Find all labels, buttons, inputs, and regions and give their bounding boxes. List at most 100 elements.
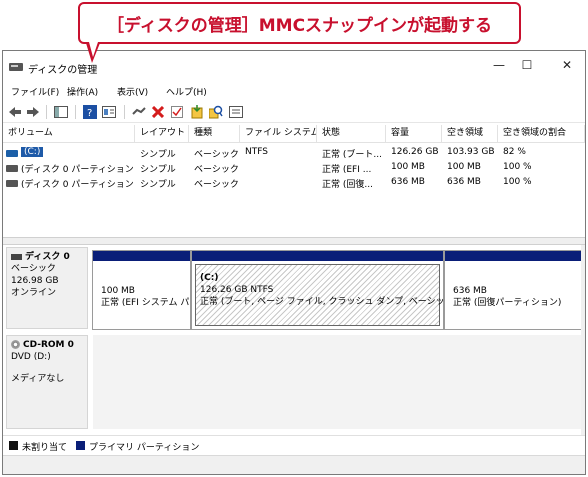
volume-capacity: 126.26 GB: [391, 147, 439, 157]
disk0-type: ベーシック: [11, 264, 56, 274]
table-row[interactable]: (ディスク 0 パーティション 1) シンプル ベーシック 正常 (EFI ..…: [3, 161, 585, 176]
volume-free-percent: 100 %: [503, 177, 532, 187]
volume-status: 正常 (ブート...: [322, 150, 382, 160]
partition-recovery[interactable]: 636 MB 正常 (回復パーティション): [444, 250, 583, 330]
col-header-capacity[interactable]: 容量: [386, 125, 442, 143]
connect-icon[interactable]: [131, 104, 147, 120]
legend-label-primary: プライマリ パーティション: [89, 443, 200, 453]
check-icon[interactable]: [169, 104, 185, 120]
col-header-volume[interactable]: ボリューム: [3, 125, 135, 143]
window-title: ディスクの管理: [28, 65, 98, 76]
volume-type: ベーシック: [194, 165, 239, 175]
partition-status: 正常 (回復パーティション): [453, 298, 562, 308]
menu-file[interactable]: ファイル(F): [11, 85, 59, 98]
volume-name: (ディスク 0 パーティション 4): [21, 180, 135, 190]
callout-pointer-inner: [89, 42, 98, 57]
volume-layout: シンプル: [140, 150, 176, 160]
partition-bar: [93, 251, 190, 261]
volume-type: ベーシック: [194, 150, 239, 160]
help-icon[interactable]: ?: [82, 104, 98, 120]
cdrom0-name: CD-ROM 0: [23, 340, 74, 350]
volume-list-header: ボリューム レイアウト 種類 ファイル システム 状態 容量 空き領域 空き領域…: [3, 125, 585, 143]
toolbar-separator: [46, 105, 47, 119]
col-header-layout[interactable]: レイアウト: [135, 125, 189, 143]
partition-size: 636 MB: [453, 286, 487, 296]
cdrom0-label[interactable]: CD-ROM 0 DVD (D:) メディアなし: [6, 335, 88, 429]
svg-text:?: ?: [87, 108, 92, 119]
menu-action[interactable]: 操作(A): [67, 85, 98, 98]
volume-free-space: 100 MB: [447, 162, 481, 172]
col-header-type[interactable]: 種類: [189, 125, 240, 143]
menu-bar: ファイル(F) 操作(A) 表示(V) ヘルプ(H): [3, 81, 585, 101]
cd-rom-icon: [11, 340, 20, 349]
table-row[interactable]: (ディスク 0 パーティション 4) シンプル ベーシック 正常 (回復... …: [3, 176, 585, 191]
col-header-status[interactable]: 状態: [317, 125, 386, 143]
menu-help[interactable]: ヘルプ(H): [166, 85, 207, 98]
volume-capacity: 636 MB: [391, 177, 425, 187]
legend-swatch-primary: [76, 441, 85, 450]
disk-icon: [11, 253, 22, 260]
properties-icon[interactable]: [101, 104, 117, 120]
toolbar: ?: [3, 101, 585, 123]
legend-swatch-unallocated: [9, 441, 18, 450]
volume-status: 正常 (EFI ...: [322, 165, 372, 175]
disk-management-window: ディスクの管理 — ☐ ✕ ファイル(F) 操作(A) 表示(V) ヘルプ(H)…: [2, 50, 586, 475]
volume-status: 正常 (回復...: [322, 180, 373, 190]
graph-scrollbar[interactable]: [581, 245, 585, 435]
disk0-size: 126.98 GB: [11, 276, 59, 286]
minimize-button[interactable]: —: [489, 57, 509, 73]
forward-arrow-icon[interactable]: [25, 104, 41, 120]
search-disk-icon[interactable]: [208, 104, 224, 120]
partition-selected-hatch: (C:) 126.26 GB NTFS 正常 (ブート, ページ ファイル, ク…: [195, 264, 443, 326]
table-row[interactable]: (C:) シンプル ベーシック NTFS 正常 (ブート... 126.26 G…: [3, 146, 585, 161]
disk0-label[interactable]: ディスク 0 ベーシック 126.98 GB オンライン: [6, 247, 88, 329]
volume-type: ベーシック: [194, 180, 239, 190]
partition-size: 126.26 GB NTFS: [200, 285, 274, 295]
volume-drive-icon: [6, 165, 18, 172]
partition-drive-letter: (C:): [200, 273, 219, 283]
close-button[interactable]: ✕: [557, 57, 577, 73]
partition-bar: [445, 251, 582, 261]
callout-banner: ［ディスクの管理］MMCスナップインが起動する: [78, 2, 521, 44]
partition-status: 正常 (EFI システム パ: [101, 298, 190, 308]
settings-icon[interactable]: [228, 104, 244, 120]
volume-layout: シンプル: [140, 180, 176, 190]
volume-free-space: 103.93 GB: [447, 147, 495, 157]
import-icon[interactable]: [189, 104, 205, 120]
volume-name: (C:): [21, 147, 44, 157]
maximize-button[interactable]: ☐: [517, 57, 537, 73]
menu-view[interactable]: 表示(V): [117, 85, 148, 98]
cdrom0-empty-area: [93, 335, 585, 429]
volume-list: ボリューム レイアウト 種類 ファイル システム 状態 容量 空き領域 空き領域…: [3, 125, 585, 237]
disk-management-app-icon: [9, 62, 23, 72]
volume-layout: シンプル: [140, 165, 176, 175]
partition-status: 正常 (ブート, ページ ファイル, クラッシュ ダンプ, ベーシック デ: [200, 297, 444, 307]
disk-graphical-view: ディスク 0 ベーシック 126.98 GB オンライン 100 MB 正常 (…: [3, 245, 585, 435]
volume-filesystem: NTFS: [245, 147, 268, 157]
volume-drive-icon: [6, 150, 18, 157]
col-header-filesystem[interactable]: ファイル システム: [240, 125, 317, 143]
pane-splitter[interactable]: [3, 237, 585, 245]
partition-size: 100 MB: [101, 286, 135, 296]
back-arrow-icon[interactable]: [7, 104, 23, 120]
toolbar-separator: [124, 105, 125, 119]
callout-text: ［ディスクの管理］MMCスナップインが起動する: [106, 15, 493, 36]
volume-free-percent: 82 %: [503, 147, 526, 157]
volume-drive-icon: [6, 180, 18, 187]
cdrom0-drive: DVD (D:): [11, 352, 51, 362]
partition-c[interactable]: (C:) 126.26 GB NTFS 正常 (ブート, ページ ファイル, ク…: [191, 250, 444, 330]
volume-capacity: 100 MB: [391, 162, 425, 172]
col-header-free-percent[interactable]: 空き領域の割合: [498, 125, 585, 143]
delete-icon[interactable]: [150, 104, 166, 120]
partition-bar: [192, 251, 443, 261]
col-header-free-space[interactable]: 空き領域: [442, 125, 498, 143]
partition-efi[interactable]: 100 MB 正常 (EFI システム パ: [92, 250, 191, 330]
toolbar-separator: [75, 105, 76, 119]
disk0-state: オンライン: [11, 288, 57, 298]
status-bar: [3, 455, 585, 474]
legend: 未割り当て プライマリ パーティション: [3, 435, 585, 453]
cdrom0-media: メディアなし: [11, 374, 65, 384]
volume-free-space: 636 MB: [447, 177, 481, 187]
volume-name: (ディスク 0 パーティション 1): [21, 165, 135, 175]
console-tree-icon[interactable]: [53, 104, 69, 120]
